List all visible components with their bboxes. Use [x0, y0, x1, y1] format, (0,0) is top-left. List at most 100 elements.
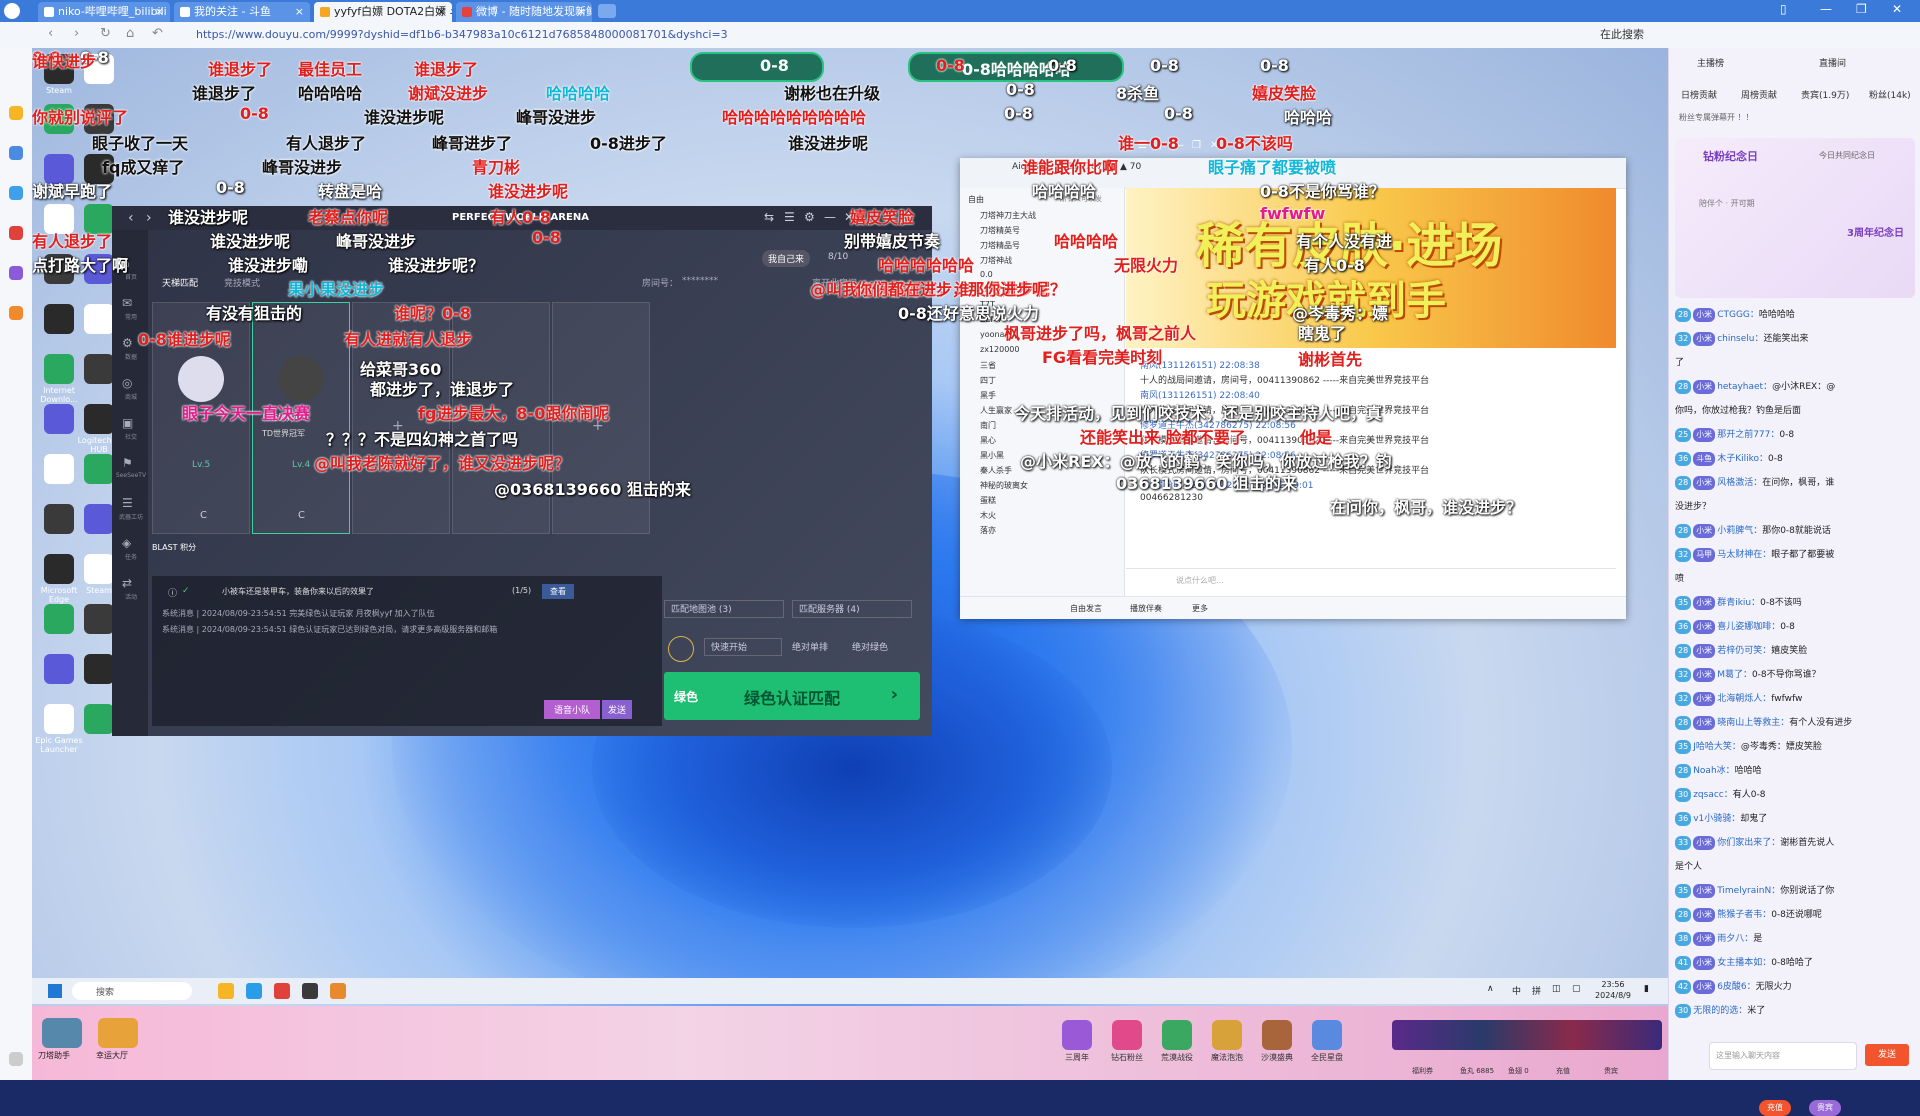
desktop-app-icon[interactable] [44, 604, 74, 634]
qq-member[interactable]: 蛋糕 [980, 495, 996, 506]
taskbar-clock[interactable]: 23:56 2024/8/9 [1588, 979, 1638, 1001]
chat-message[interactable]: 28 小米 若梓仍可笑：嬉皮笑脸 [1675, 644, 1915, 662]
url-field[interactable]: https://www.douyu.com/9999?dyshid=df1b6-… [196, 27, 1536, 43]
streamer-rank-tab[interactable]: 主播榜 [1697, 56, 1724, 69]
qq-member[interactable]: 南门 [980, 420, 996, 431]
chat-username[interactable]: Noah冰： [1693, 766, 1734, 776]
chat-message[interactable]: 了 [1675, 356, 1915, 374]
chat-message[interactable]: 42 小米 6皮酸6：无限火力 [1675, 980, 1915, 998]
qq-member[interactable]: 黑心 [980, 435, 996, 446]
qq-member[interactable]: 刀塔神刀主大战 [980, 210, 1036, 221]
chat-message[interactable]: 33 小米 你们家出来了：谢彬首先说人 [1675, 836, 1915, 854]
qq-play-music-button[interactable]: 播放伴奏 [1130, 603, 1162, 614]
qq-free-speak-button[interactable]: 自由发言 [1070, 603, 1102, 614]
game-title-icon[interactable]: ⚙ [804, 210, 815, 224]
tray-icon[interactable]: ▮ [1644, 984, 1649, 994]
gift-icon[interactable] [1212, 1020, 1242, 1050]
undo-button[interactable]: ↶ [152, 26, 163, 41]
voice-team-button[interactable]: 语音小队 [544, 700, 601, 719]
chat-message[interactable]: 28 小米 CTGGG：哈哈哈哈 [1675, 308, 1915, 326]
chat-message[interactable]: 28 小米 晓南山上等救主：有个人没有进步 [1675, 716, 1915, 734]
quick-start-icon[interactable] [668, 636, 694, 662]
game-nav-icon[interactable]: ▣ [122, 416, 133, 430]
rank-tab-vip[interactable]: 贵宾(1.9万) [1801, 88, 1849, 101]
game-back-button[interactable]: ‹ [128, 210, 134, 226]
lucky-hall-icon[interactable] [98, 1018, 138, 1048]
room-tab[interactable]: 直播间 [1819, 56, 1846, 69]
window-close-button[interactable]: ✕ [1892, 2, 1902, 16]
chat-message[interactable]: 32 小米 chinselu：还能笑出来 [1675, 332, 1915, 350]
chat-username[interactable]: chinselu： [1717, 334, 1763, 344]
stream-video[interactable]: Steam Internet Downlo... Logitech G HUB Mic… [32, 48, 1668, 1008]
taskbar-app-icon[interactable] [246, 983, 262, 999]
chat-username[interactable]: 群青ikiu： [1717, 598, 1760, 608]
chat-username[interactable]: J哈哈大笑： [1693, 742, 1741, 752]
quick-start-button[interactable]: 快速开始 [704, 638, 782, 656]
browser-tab-douyu-stream[interactable]: yyfyf白嫖 DOTA2白嫖 斗鱼直× [314, 2, 452, 22]
vip-button[interactable]: 贵宾 [1809, 1100, 1841, 1116]
chat-message[interactable]: 30 zqsacc：有人0-8 [1675, 788, 1915, 806]
gift-icon[interactable] [1062, 1020, 1092, 1050]
taskbar-app-icon[interactable] [302, 983, 318, 999]
desktop-app-icon[interactable] [44, 554, 74, 584]
tray-icon[interactable]: ▢ [1572, 984, 1581, 994]
qq-member[interactable]: 人生赢家 [980, 405, 1012, 416]
chat-message[interactable]: 28 小米 风格激活：在问你，枫哥，谁 [1675, 476, 1915, 494]
chat-message[interactable]: 32 小米 北海朝烁人：fwfwfw [1675, 692, 1915, 710]
green-checkbox[interactable]: 绝对绿色 [852, 640, 888, 653]
game-forward-button[interactable]: › [146, 210, 152, 226]
desktop-app-icon[interactable] [44, 454, 74, 484]
chat-username[interactable]: TimelyrainN： [1717, 886, 1780, 896]
qq-member[interactable]: 神秘的玻离女 [980, 480, 1028, 491]
tab-close-icon[interactable]: × [155, 2, 164, 22]
chat-username[interactable]: 女主播本如： [1717, 958, 1771, 968]
chat-username[interactable]: 那开之前777： [1717, 430, 1779, 440]
chat-message[interactable]: 是个人 [1675, 860, 1915, 878]
chat-username[interactable]: hetayhaet： [1717, 382, 1772, 392]
chat-username[interactable]: 晓南山上等救主： [1717, 718, 1789, 728]
chat-username[interactable]: zqsacc： [1693, 790, 1733, 800]
game-chat-input[interactable]: 小被车还是装甲车，装备你来以后的效果了 [222, 586, 374, 597]
qq-maximize-icon[interactable]: ❐ [1192, 140, 1201, 151]
chat-message[interactable]: 32 马甲 马太财神在：眼子都了都要被 [1675, 548, 1915, 566]
pdf-icon[interactable] [9, 226, 23, 240]
chat-message[interactable]: 35 J哈哈大笑：@岑毒秀：嫖皮笑脸 [1675, 740, 1915, 758]
tray-icon[interactable]: ◫ [1552, 984, 1561, 994]
taskbar-app-icon[interactable] [218, 983, 234, 999]
search-engine-box[interactable]: 在此搜索 [1600, 27, 1644, 43]
green-match-button[interactable]: 绿色 绿色认证匹配 › [664, 672, 920, 720]
desktop-app-icon[interactable] [84, 504, 114, 534]
desktop-app-icon[interactable] [44, 654, 74, 684]
chat-send-button[interactable]: 发送 [1865, 1044, 1909, 1066]
cloud-icon[interactable] [9, 186, 23, 200]
browser-tab-weibo[interactable]: 微博 - 随时随地发现新鲜事× [456, 2, 592, 22]
chat-username[interactable]: 马太财神在： [1717, 550, 1771, 560]
desktop-app-icon[interactable] [44, 304, 74, 334]
back-button[interactable]: ‹ [48, 26, 53, 41]
qq-member[interactable]: 黑小黑 [980, 450, 1004, 461]
game-title-icon[interactable]: ☰ [784, 210, 795, 224]
chat-message[interactable]: 28 小米 小莉脾气：那你0-8就能说话 [1675, 524, 1915, 542]
chat-username[interactable]: 若梓仍可笑： [1717, 646, 1771, 656]
wallet-stat[interactable]: 充值 [1556, 1066, 1570, 1076]
game-title-icon[interactable]: ⇆ [764, 210, 774, 224]
desktop-app-icon[interactable] [44, 404, 74, 434]
chat-username[interactable]: 北海朝烁人： [1717, 694, 1771, 704]
chat-username[interactable]: 无限的的选： [1693, 1006, 1747, 1016]
bookmark-icon[interactable] [9, 146, 23, 160]
solo-checkbox[interactable]: 绝对单排 [792, 640, 828, 653]
chat-username[interactable]: 6皮酸6： [1717, 982, 1755, 992]
chat-username[interactable]: 小莉脾气： [1717, 526, 1762, 536]
chat-message[interactable]: 35 小米 TimelyrainN：你别说话了你 [1675, 884, 1915, 902]
game-minimize-button[interactable]: — [824, 210, 836, 224]
desktop-app-icon[interactable] [84, 604, 114, 634]
game-nav-icon[interactable]: ⇄ [122, 576, 132, 590]
gift-icon[interactable] [1162, 1020, 1192, 1050]
windows-start-icon[interactable] [48, 984, 62, 998]
qq-member[interactable]: 三省 [980, 360, 996, 371]
chat-message[interactable]: 32 小米 M葛了：0-8不导你骂谁？ [1675, 668, 1915, 686]
chat-message[interactable]: 36 小米 喜儿姿娜咖啡：0-8 [1675, 620, 1915, 638]
qq-input-box[interactable]: 说点什么吧... [1126, 568, 1616, 591]
desktop-app-icon[interactable] [84, 554, 114, 584]
game-nav-icon[interactable]: ⚑ [122, 456, 133, 470]
